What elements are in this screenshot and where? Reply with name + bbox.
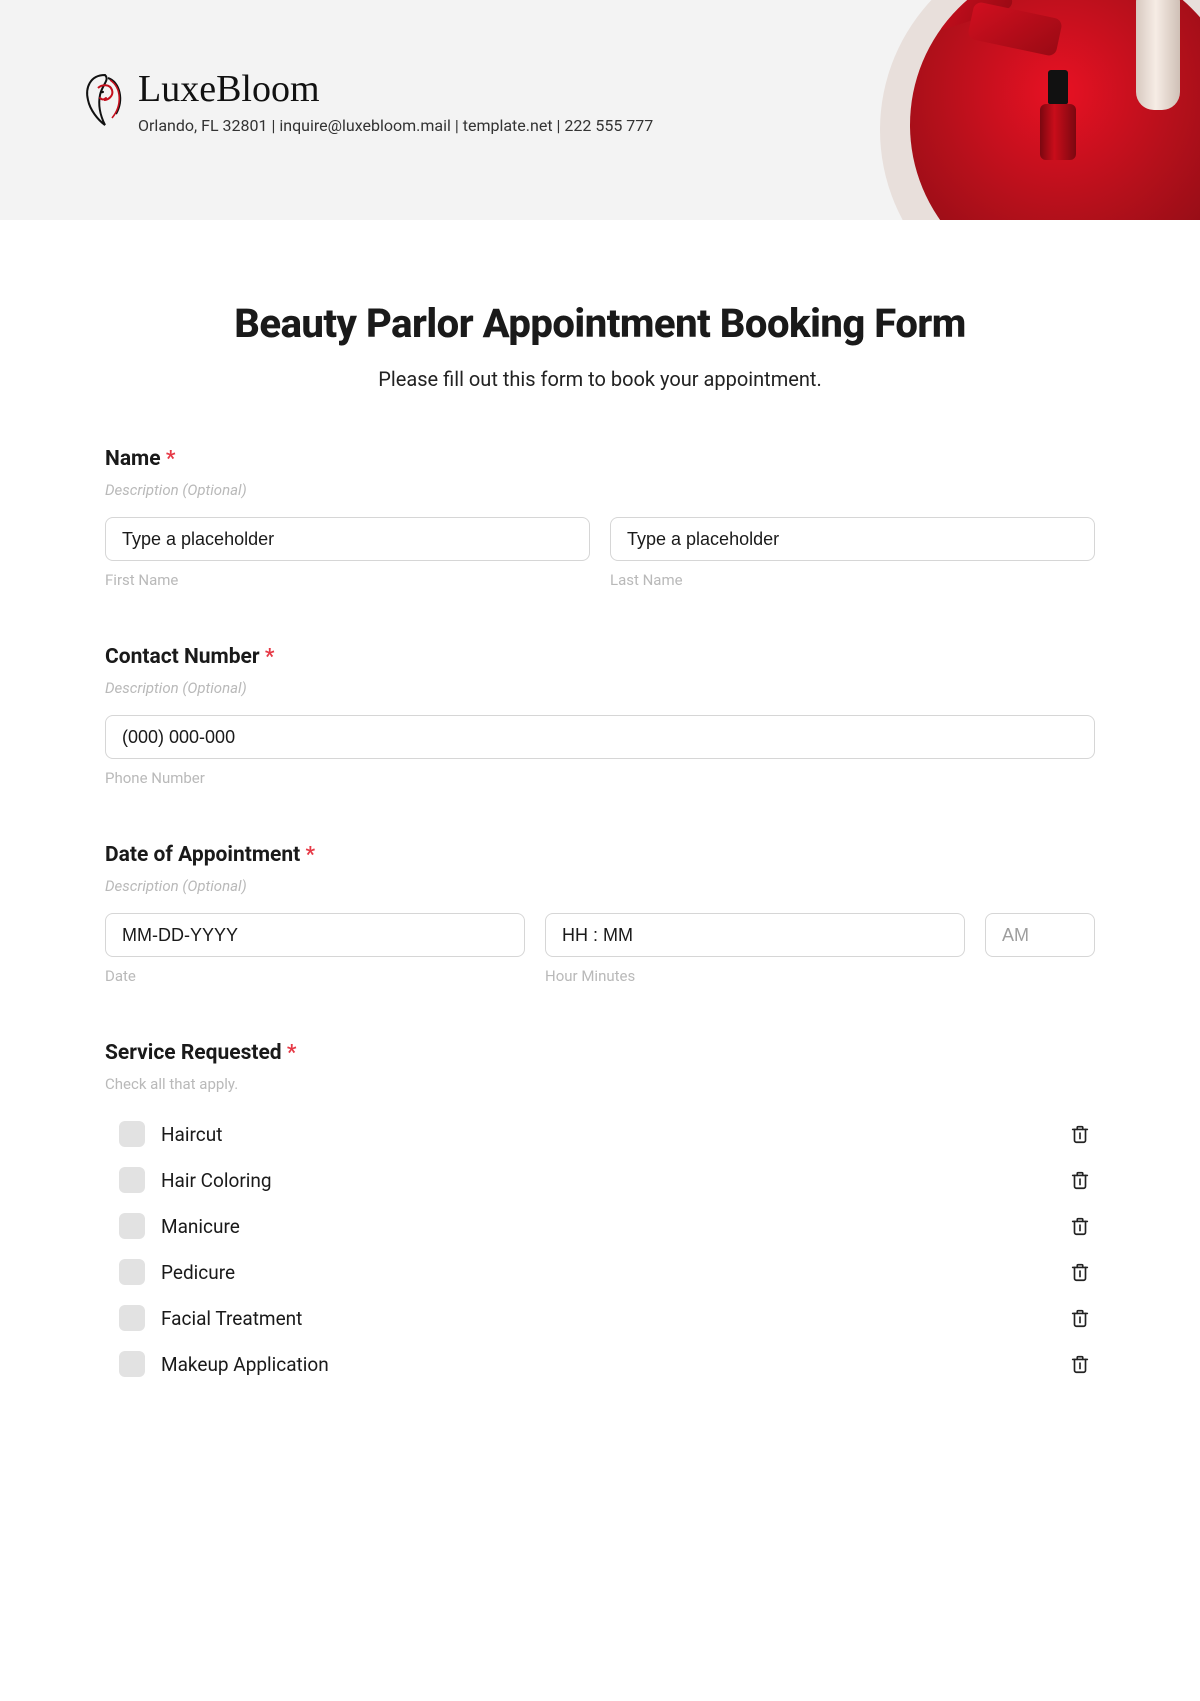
service-list: Haircut Hair Coloring Manicure Pedicure Faci… xyxy=(105,1111,1095,1387)
date-sublabel: Date xyxy=(105,967,525,985)
service-checkbox[interactable] xyxy=(119,1259,145,1285)
name-label-text: Name xyxy=(105,447,161,471)
service-option-label: Haircut xyxy=(161,1123,1069,1146)
service-checkbox[interactable] xyxy=(119,1351,145,1377)
service-option-label: Manicure xyxy=(161,1215,1069,1238)
brand-logo-icon xyxy=(80,70,130,130)
required-icon: * xyxy=(287,1041,297,1065)
last-name-input[interactable] xyxy=(610,517,1095,561)
phone-input[interactable] xyxy=(105,715,1095,759)
field-appointment: Date of Appointment * Description (Optio… xyxy=(105,843,1095,985)
hero-image xyxy=(910,0,1200,220)
brand-name: LuxeBloom xyxy=(138,70,653,108)
required-icon: * xyxy=(305,843,315,867)
trash-icon[interactable] xyxy=(1069,1169,1091,1191)
time-input[interactable] xyxy=(545,913,965,957)
last-name-sublabel: Last Name xyxy=(610,571,1095,589)
lotion-bottle-graphic xyxy=(1136,0,1180,110)
phone-sublabel: Phone Number xyxy=(105,769,1095,787)
service-checkbox[interactable] xyxy=(119,1121,145,1147)
form-container: Beauty Parlor Appointment Booking Form P… xyxy=(0,220,1200,1427)
service-label-text: Service Requested xyxy=(105,1041,282,1065)
time-sublabel: Hour Minutes xyxy=(545,967,965,985)
service-row: Facial Treatment xyxy=(105,1295,1095,1341)
service-checkbox[interactable] xyxy=(119,1167,145,1193)
first-name-input[interactable] xyxy=(105,517,590,561)
service-option-label: Facial Treatment xyxy=(161,1307,1069,1330)
field-service: Service Requested * Check all that apply… xyxy=(105,1041,1095,1387)
service-row: Manicure xyxy=(105,1203,1095,1249)
service-checkbox[interactable] xyxy=(119,1305,145,1331)
service-option-label: Pedicure xyxy=(161,1261,1069,1284)
brand-contact-info: Orlando, FL 32801 | inquire@luxebloom.ma… xyxy=(138,116,653,135)
field-contact: Contact Number * Description (Optional) … xyxy=(105,645,1095,787)
name-label: Name * xyxy=(105,447,1095,471)
contact-label-text: Contact Number xyxy=(105,645,260,669)
ribbon-graphic xyxy=(930,0,1070,70)
ampm-select[interactable] xyxy=(985,913,1095,957)
page-subtitle: Please fill out this form to book your a… xyxy=(105,367,1095,391)
required-icon: * xyxy=(265,645,275,669)
appointment-description[interactable]: Description (Optional) xyxy=(105,877,1095,895)
logo-block: LuxeBloom Orlando, FL 32801 | inquire@lu… xyxy=(80,70,653,135)
service-row: Hair Coloring xyxy=(105,1157,1095,1203)
service-label: Service Requested * xyxy=(105,1041,1095,1065)
name-description[interactable]: Description (Optional) xyxy=(105,481,1095,499)
contact-label: Contact Number * xyxy=(105,645,1095,669)
service-row: Makeup Application xyxy=(105,1341,1095,1387)
service-row: Pedicure xyxy=(105,1249,1095,1295)
contact-description[interactable]: Description (Optional) xyxy=(105,679,1095,697)
service-checkbox[interactable] xyxy=(119,1213,145,1239)
page-title: Beauty Parlor Appointment Booking Form xyxy=(105,300,1095,347)
nail-polish-graphic xyxy=(1040,70,1076,160)
appointment-label: Date of Appointment * xyxy=(105,843,1095,867)
trash-icon[interactable] xyxy=(1069,1123,1091,1145)
service-row: Haircut xyxy=(105,1111,1095,1157)
trash-icon[interactable] xyxy=(1069,1261,1091,1283)
service-option-label: Makeup Application xyxy=(161,1353,1069,1376)
trash-icon[interactable] xyxy=(1069,1353,1091,1375)
trash-icon[interactable] xyxy=(1069,1307,1091,1329)
service-help: Check all that apply. xyxy=(105,1075,1095,1093)
first-name-sublabel: First Name xyxy=(105,571,590,589)
header-banner: LuxeBloom Orlando, FL 32801 | inquire@lu… xyxy=(0,0,1200,220)
service-option-label: Hair Coloring xyxy=(161,1169,1069,1192)
date-input[interactable] xyxy=(105,913,525,957)
required-icon: * xyxy=(166,447,176,471)
appointment-label-text: Date of Appointment xyxy=(105,843,300,867)
trash-icon[interactable] xyxy=(1069,1215,1091,1237)
field-name: Name * Description (Optional) First Name… xyxy=(105,447,1095,589)
